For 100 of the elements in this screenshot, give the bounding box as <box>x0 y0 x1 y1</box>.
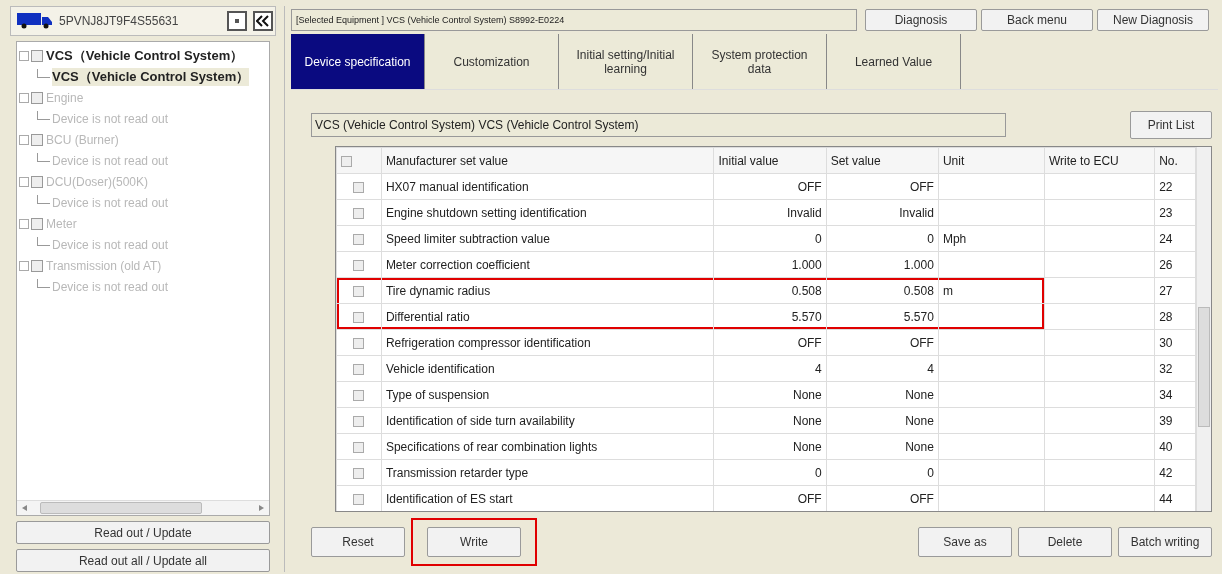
table-cell: Meter correction coefficient <box>381 251 714 278</box>
checkbox[interactable] <box>353 285 365 297</box>
print-list-button[interactable]: Print List <box>1130 111 1212 139</box>
vertical-scrollbar[interactable] <box>1196 147 1211 511</box>
column-header[interactable]: Unit <box>938 147 1045 174</box>
table-cell: 32 <box>1154 355 1196 382</box>
table-cell: 0 <box>826 459 939 486</box>
column-header[interactable]: No. <box>1154 147 1196 174</box>
table-cell: Vehicle identification <box>381 355 714 382</box>
table-cell: None <box>826 433 939 460</box>
table-cell: 4 <box>826 355 939 382</box>
checkbox[interactable] <box>353 259 365 271</box>
checkbox[interactable] <box>353 363 365 375</box>
node-icon <box>31 217 43 230</box>
table-cell: 23 <box>1154 199 1196 226</box>
tree-item[interactable]: VCS（Vehicle Control System） <box>52 67 250 86</box>
checkbox[interactable] <box>353 441 365 453</box>
system-field: VCS (Vehicle Control System) VCS (Vehicle Control System) <box>311 113 1006 137</box>
checkbox[interactable] <box>353 337 365 349</box>
action-button[interactable]: Write <box>427 527 521 557</box>
right-arrow-icon[interactable] <box>259 505 264 511</box>
table-cell: 1.000 <box>713 251 827 278</box>
table-cell: 26 <box>1154 251 1196 278</box>
checkbox[interactable] <box>353 389 365 401</box>
table-cell: m <box>938 277 1045 304</box>
column-header[interactable]: Write to ECU <box>1044 147 1155 174</box>
read-out-button[interactable]: Read out / Update <box>16 521 270 544</box>
horizontal-scrollbar[interactable] <box>17 500 269 515</box>
table-cell: 0.508 <box>826 277 939 304</box>
selected-equipment-field: [Selected Equipment ] VCS (Vehicle Control System) S8992-E0224 <box>291 9 857 31</box>
table-cell: Differential ratio <box>381 303 714 330</box>
square-button[interactable] <box>227 11 247 31</box>
double-chevron-icon <box>256 15 270 27</box>
table-cell: 30 <box>1154 329 1196 356</box>
table-cell: 24 <box>1154 225 1196 252</box>
table-cell: Invalid <box>826 199 939 226</box>
action-button[interactable]: Reset <box>311 527 405 557</box>
table-cell: None <box>713 433 827 460</box>
collapse-icon[interactable] <box>19 176 29 187</box>
read-out-button[interactable]: Read out all / Update all <box>16 549 270 572</box>
collapse-icon[interactable] <box>19 260 29 271</box>
table-cell: 4 <box>713 355 827 382</box>
table-cell: Speed limiter subtraction value <box>381 225 714 252</box>
node-icon <box>31 133 43 146</box>
toolbar-button[interactable]: Back menu <box>981 9 1093 31</box>
collapse-icon[interactable] <box>19 50 29 61</box>
table-cell: 0.508 <box>713 277 827 304</box>
column-header[interactable]: Set value <box>826 147 939 174</box>
tree-item[interactable]: VCS（Vehicle Control System） <box>46 46 244 65</box>
column-header[interactable]: Manufacturer set value <box>381 147 714 174</box>
checkbox[interactable] <box>353 181 365 193</box>
collapse-icon[interactable] <box>19 92 29 103</box>
checkbox[interactable] <box>353 493 365 505</box>
checkbox[interactable] <box>353 311 365 323</box>
node-icon <box>31 175 43 188</box>
column-header[interactable]: Initial value <box>713 147 827 174</box>
checkbox[interactable] <box>353 415 365 427</box>
table-cell: OFF <box>713 329 827 356</box>
table-cell: None <box>826 407 939 434</box>
table-cell: 5.570 <box>713 303 827 330</box>
table-cell: Transmission retarder type <box>381 459 714 486</box>
table-cell: 0 <box>713 459 827 486</box>
table-cell: HX07 manual identification <box>381 173 714 200</box>
table-cell: 5.570 <box>826 303 939 330</box>
checkbox[interactable] <box>353 233 365 245</box>
table-cell: Tire dynamic radius <box>381 277 714 304</box>
collapse-icon[interactable] <box>19 218 29 229</box>
table-cell: 28 <box>1154 303 1196 330</box>
table-cell: None <box>713 407 827 434</box>
table-cell: 34 <box>1154 381 1196 408</box>
table-cell: 42 <box>1154 459 1196 486</box>
collapse-icon[interactable] <box>19 134 29 145</box>
node-icon <box>31 49 43 62</box>
vehicle-id: 5PVNJ8JT9F4S55631 <box>59 14 179 28</box>
action-button[interactable]: Save as <box>918 527 1012 557</box>
table-cell: Identification of side turn availability <box>381 407 714 434</box>
table-cell: None <box>713 381 827 408</box>
tab[interactable]: Device specification <box>291 34 425 89</box>
table-cell: Specifications of rear combination lights <box>381 433 714 460</box>
table-cell: 40 <box>1154 433 1196 460</box>
table-cell: OFF <box>713 173 827 200</box>
table-cell: 39 <box>1154 407 1196 434</box>
toolbar-button[interactable]: Diagnosis <box>865 9 977 31</box>
left-arrow-icon[interactable] <box>22 505 27 511</box>
toolbar-button[interactable]: New Diagnosis <box>1097 9 1209 31</box>
action-button[interactable]: Batch writing <box>1118 527 1212 557</box>
checkbox[interactable] <box>353 467 365 479</box>
action-button[interactable]: Delete <box>1018 527 1112 557</box>
table-cell: 0 <box>713 225 827 252</box>
checkbox[interactable] <box>341 155 352 167</box>
collapse-button[interactable] <box>253 11 273 31</box>
table-cell: Mph <box>938 225 1045 252</box>
node-icon <box>31 91 43 104</box>
table-cell: None <box>826 381 939 408</box>
checkbox[interactable] <box>353 207 365 219</box>
table-cell: Engine shutdown setting identification <box>381 199 714 226</box>
table-cell: Type of suspension <box>381 381 714 408</box>
table-cell: 27 <box>1154 277 1196 304</box>
table-cell: OFF <box>826 329 939 356</box>
table-cell: Refrigeration compressor identification <box>381 329 714 356</box>
